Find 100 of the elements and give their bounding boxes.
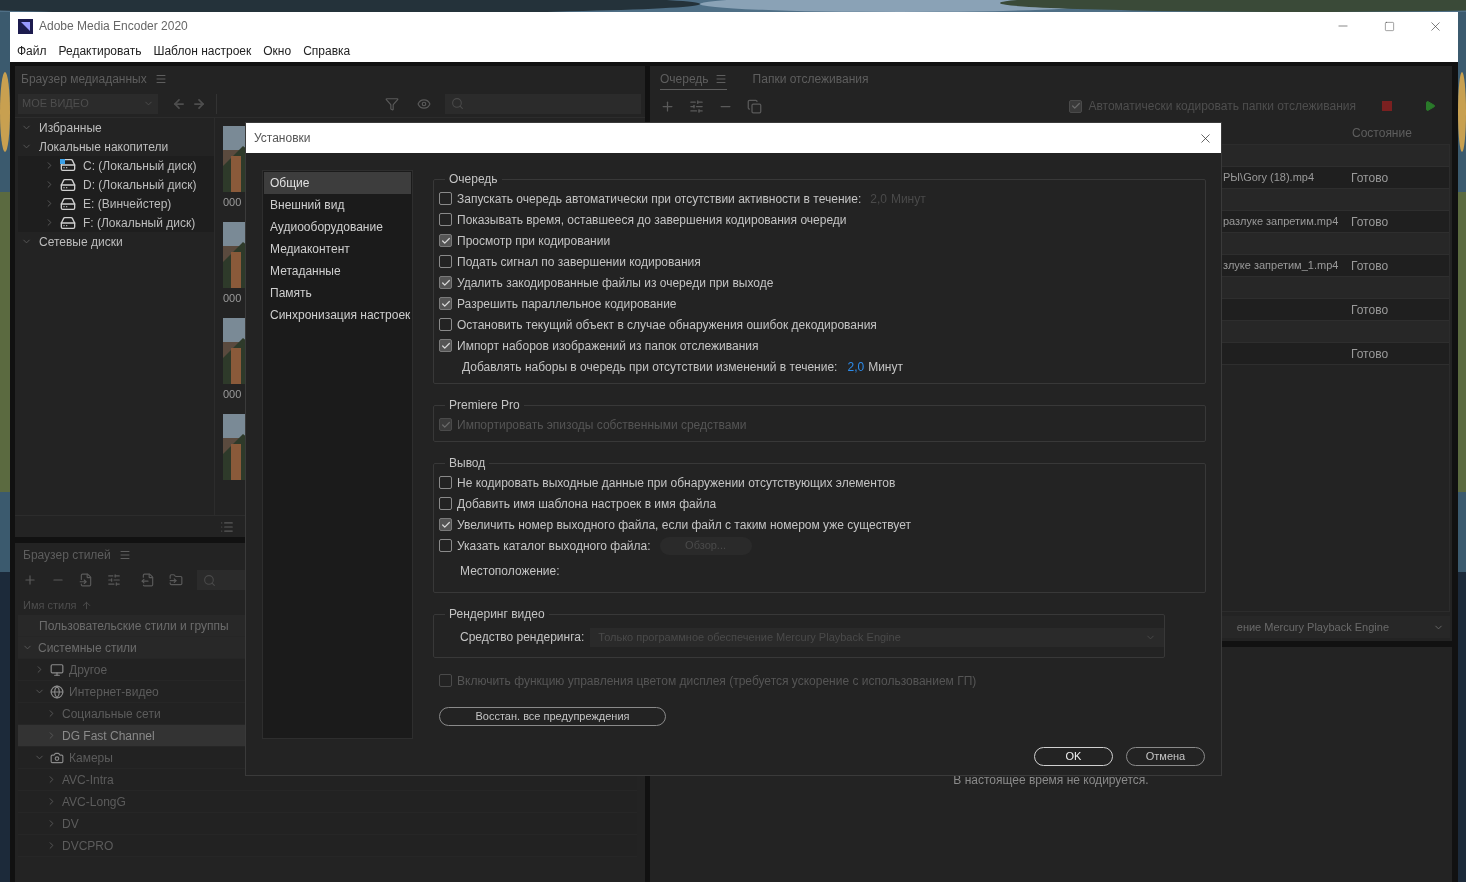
add-icon[interactable]: [23, 573, 37, 587]
category-item[interactable]: Медиаконтент: [264, 238, 411, 260]
add-icon[interactable]: [660, 98, 675, 114]
checkbox[interactable]: [439, 213, 452, 226]
category-item[interactable]: Внешний вид: [264, 194, 411, 216]
import-icon[interactable]: [79, 573, 93, 587]
menu-item[interactable]: Редактировать: [52, 42, 148, 60]
check-icon: [440, 235, 451, 246]
checkbox-label: Добавить имя шаблона настроек в имя файла: [457, 495, 717, 513]
list-view-icon[interactable]: [220, 519, 234, 534]
search-icon: [203, 573, 216, 587]
check-icon: [440, 419, 451, 430]
thumbnail-label: 000: [223, 290, 242, 306]
minutes-value[interactable]: 2,0: [847, 357, 865, 376]
check-icon: [1070, 101, 1081, 111]
window-title: Adobe Media Encoder 2020: [39, 18, 188, 35]
checkbox[interactable]: [439, 539, 452, 552]
checkbox-label: Увеличить номер выходного файла, если файл с таким номером уже существует: [457, 516, 911, 534]
drive-icon: [60, 176, 76, 193]
thumbnail-label: 000: [223, 386, 242, 402]
style-label: DG Fast Channel: [62, 727, 155, 745]
globe-icon: [50, 684, 64, 699]
menu-icon[interactable]: [118, 549, 131, 561]
group-title: Вывод: [448, 455, 487, 472]
menu-icon[interactable]: [154, 73, 167, 85]
export-icon[interactable]: [141, 573, 155, 587]
style-label: AVC-Intra: [62, 771, 114, 789]
checkbox-label: Удалить закодированные файлы из очереди при выходе: [457, 274, 774, 292]
style-label: Другое: [69, 661, 108, 679]
status-text: Готово: [1351, 257, 1390, 275]
drive-icon: [60, 158, 76, 173]
search-field[interactable]: [445, 93, 641, 114]
check-icon: [440, 340, 451, 351]
tree-item[interactable]: Избранные: [39, 118, 102, 137]
thumbnail-label: 000: [223, 194, 242, 210]
file-name: РЫ\Gory (18).mp4: [1223, 170, 1316, 186]
checkbox[interactable]: [439, 318, 452, 331]
checkbox[interactable]: [439, 234, 452, 247]
style-label: DV: [62, 815, 79, 833]
status-text: Готово: [1351, 301, 1390, 319]
style-label: Камеры: [69, 749, 113, 767]
checkbox[interactable]: [439, 276, 452, 289]
checkbox-label: Импорт наборов изображений из папок отслеживания: [457, 337, 759, 355]
settings-icon[interactable]: [107, 573, 121, 587]
folder-icon[interactable]: [169, 573, 183, 587]
play-icon[interactable]: [1424, 100, 1436, 112]
panel-title: Браузер медиаданных: [21, 71, 147, 88]
menu-item[interactable]: Окно: [257, 42, 298, 60]
style-label: DVCPRO: [62, 837, 114, 855]
checkbox[interactable]: [439, 297, 452, 310]
status-text: Готово: [1351, 213, 1390, 231]
checkbox-label: Показывать время, оставшееся до завершения кодирования очереди: [457, 211, 847, 229]
camera-icon: [50, 750, 64, 765]
checkbox-label: Остановить текущий объект в случае обнаружения ошибок декодирования: [457, 316, 877, 334]
checkbox[interactable]: [439, 518, 452, 531]
checkbox-label: Указать каталог выходного файла:: [457, 537, 651, 555]
eye-icon[interactable]: [417, 96, 431, 111]
style-label: Системные стили: [38, 639, 137, 657]
group-title: Рендеринг видео: [448, 606, 546, 623]
group-title: Premiere Pro: [448, 397, 521, 414]
settings-icon[interactable]: [689, 98, 704, 114]
checkbox[interactable]: [1069, 99, 1083, 113]
checkbox[interactable]: [439, 255, 452, 268]
checkbox[interactable]: [439, 476, 452, 489]
checkbox[interactable]: [439, 339, 452, 352]
tree-item[interactable]: Сетевые диски: [39, 232, 123, 251]
category-item[interactable]: Память: [264, 282, 411, 304]
group-title: Очередь: [448, 171, 499, 188]
monitor-icon: [50, 662, 64, 677]
category-item[interactable]: Общие: [264, 172, 411, 194]
menu-item[interactable]: Шаблон настроек: [147, 42, 258, 60]
sort-arrow-icon: [80, 599, 92, 611]
checkbox-label: Запускать очередь автоматически при отсутствии активности в течение:: [457, 190, 862, 208]
field-label: Местоположение:: [460, 563, 560, 580]
checkbox[interactable]: [439, 497, 452, 510]
duplicate-icon[interactable]: [747, 98, 762, 114]
app-logo: [18, 18, 33, 34]
check-icon: [440, 277, 451, 288]
filter-icon[interactable]: [385, 96, 399, 111]
style-label: AVC-LongG: [62, 793, 126, 811]
menu-icon: [714, 72, 727, 85]
field-label: Средство рендеринга:: [460, 629, 585, 646]
forward-arrow-icon[interactable]: [192, 96, 206, 111]
checkbox-label: Разрешить параллельное кодирование: [457, 295, 677, 313]
menu-item[interactable]: Файл: [11, 42, 53, 60]
unit-label: Минут: [868, 358, 903, 376]
menu-item[interactable]: Справка: [297, 42, 357, 60]
checkbox[interactable]: [439, 192, 452, 205]
check-icon: [440, 298, 451, 309]
tree-item[interactable]: Локальные накопители: [39, 137, 169, 156]
dialog-title: Установки: [254, 130, 311, 147]
back-arrow-icon[interactable]: [172, 96, 186, 111]
category-item[interactable]: Синхронизация настроек: [264, 304, 411, 326]
category-item[interactable]: Аудиооборудование: [264, 216, 411, 238]
panel-title: Браузер стилей: [23, 547, 111, 564]
maximize-icon: [1383, 20, 1395, 32]
drive-icon: [60, 214, 76, 231]
style-label: Интернет-видео: [69, 683, 159, 701]
search-icon: [451, 97, 464, 110]
category-item[interactable]: Метаданные: [264, 260, 411, 282]
